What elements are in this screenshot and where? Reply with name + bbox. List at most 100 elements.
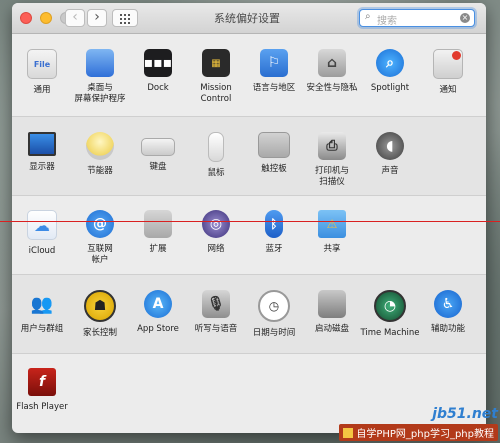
pref-bluetooth[interactable]: ᛒ 蓝牙 bbox=[244, 210, 304, 255]
title-bar: ‹ › 系统偏好设置 ⌕ 搜索 × bbox=[12, 3, 486, 34]
watermark-logo-icon bbox=[343, 428, 354, 438]
pref-label: 触控板 bbox=[261, 164, 287, 174]
pref-label: Time Machine bbox=[360, 328, 420, 338]
section-personal: File 通用 桌面与 屏幕保护程序 ▪▪▪ Dock ▦ Mission Co… bbox=[12, 34, 486, 116]
pref-label: 语言与地区 bbox=[252, 83, 296, 93]
pref-label: 打印机与 扫描仪 bbox=[314, 166, 349, 187]
search-icon: ⌕ bbox=[365, 11, 371, 22]
pref-flash-player[interactable]: f Flash Player bbox=[12, 368, 72, 413]
pref-app-store[interactable]: A App Store bbox=[128, 290, 188, 335]
pref-label: Mission Control bbox=[200, 83, 232, 104]
pref-energy-saver[interactable]: 节能器 bbox=[70, 132, 130, 177]
show-all-grid-button[interactable] bbox=[112, 9, 138, 27]
pref-date-time[interactable]: ◷ 日期与时间 bbox=[244, 290, 304, 339]
watermark-bar: 自学PHP网_php学习_php教程 bbox=[339, 424, 498, 441]
pref-parental-controls[interactable]: ☗ 家长控制 bbox=[70, 290, 130, 339]
dock-icon: ▪▪▪ bbox=[144, 49, 172, 77]
pref-spotlight[interactable]: ⌕ Spotlight bbox=[360, 49, 420, 94]
pref-mouse[interactable]: 鼠标 bbox=[186, 132, 246, 179]
section-system: 👥 用户与群组 ☗ 家长控制 A App Store 🎙 听写与语音 ◷ 日期与… bbox=[12, 275, 486, 353]
clear-search-icon[interactable]: × bbox=[460, 13, 470, 23]
pref-extensions[interactable]: 扩展 bbox=[128, 210, 188, 255]
pref-label: 网络 bbox=[207, 244, 225, 254]
security-privacy-icon: ⌂ bbox=[318, 49, 346, 77]
pref-label: 安全性与隐私 bbox=[306, 83, 358, 93]
pref-internet-accounts[interactable]: @ 互联网 帐户 bbox=[70, 210, 130, 266]
pref-printers-scanners[interactable]: ⎙ 打印机与 扫描仪 bbox=[302, 132, 362, 188]
pref-dictation-speech[interactable]: 🎙 听写与语音 bbox=[186, 290, 246, 335]
notifications-icon bbox=[433, 49, 463, 79]
trackpad-icon bbox=[258, 132, 290, 158]
watermark: jb51.net 自学PHP网_php学习_php教程 bbox=[339, 406, 498, 441]
pref-label: Flash Player bbox=[16, 402, 68, 412]
pref-label: iCloud bbox=[28, 246, 56, 256]
pref-label: 听写与语音 bbox=[194, 324, 238, 334]
system-preferences-window: ‹ › 系统偏好设置 ⌕ 搜索 × File 通用 桌面与 屏幕保护程序 ▪▪▪… bbox=[12, 3, 486, 433]
network-icon: ◎ bbox=[202, 210, 230, 238]
pref-dock[interactable]: ▪▪▪ Dock bbox=[128, 49, 188, 94]
pref-label: 节能器 bbox=[87, 166, 113, 176]
pref-label: 声音 bbox=[381, 166, 399, 176]
pref-notifications[interactable]: 通知 bbox=[418, 49, 478, 96]
pref-label: 通知 bbox=[439, 85, 457, 95]
pref-label: 共享 bbox=[323, 244, 341, 254]
pref-security-privacy[interactable]: ⌂ 安全性与隐私 bbox=[302, 49, 362, 94]
pref-label: 桌面与 屏幕保护程序 bbox=[74, 83, 126, 104]
search-placeholder: 搜索 bbox=[377, 16, 397, 27]
forward-button[interactable]: › bbox=[87, 9, 107, 27]
date-time-icon: ◷ bbox=[258, 290, 290, 322]
pref-users-groups[interactable]: 👥 用户与群组 bbox=[12, 290, 72, 335]
displays-icon bbox=[28, 132, 56, 156]
sound-icon: ◖ bbox=[376, 132, 404, 160]
pref-startup-disk[interactable]: 启动磁盘 bbox=[302, 290, 362, 335]
minimize-window-button[interactable] bbox=[40, 12, 52, 24]
pref-general[interactable]: File 通用 bbox=[12, 49, 72, 96]
users-groups-icon: 👥 bbox=[30, 293, 54, 315]
watermark-bar-text: 自学PHP网_php学习_php教程 bbox=[356, 429, 494, 440]
red-guide-line bbox=[0, 221, 500, 222]
pref-label: Dock bbox=[147, 83, 169, 93]
close-window-button[interactable] bbox=[20, 12, 32, 24]
bluetooth-icon: ᛒ bbox=[265, 210, 283, 238]
desktop-screensaver-icon bbox=[86, 49, 114, 77]
pref-network[interactable]: ◎ 网络 bbox=[186, 210, 246, 255]
pref-mission-control[interactable]: ▦ Mission Control bbox=[186, 49, 246, 105]
search-field[interactable]: ⌕ 搜索 × bbox=[359, 9, 475, 27]
pref-label: 辅助功能 bbox=[430, 324, 465, 334]
printers-scanners-icon: ⎙ bbox=[318, 132, 346, 160]
pref-time-machine[interactable]: ◔ Time Machine bbox=[360, 290, 420, 339]
time-machine-icon: ◔ bbox=[374, 290, 406, 322]
pref-label: 日期与时间 bbox=[252, 328, 296, 338]
pref-desktop-screensaver[interactable]: 桌面与 屏幕保护程序 bbox=[70, 49, 130, 105]
pref-label: 扩展 bbox=[149, 244, 167, 254]
pref-language-region[interactable]: ⚐ 语言与地区 bbox=[244, 49, 304, 94]
pref-label: 家长控制 bbox=[82, 328, 117, 338]
pref-label: 鼠标 bbox=[207, 168, 225, 178]
pref-icloud[interactable]: ☁ iCloud bbox=[12, 210, 72, 257]
pref-sharing[interactable]: ⚠ 共享 bbox=[302, 210, 362, 255]
pref-label: 键盘 bbox=[149, 162, 167, 172]
icloud-icon: ☁ bbox=[27, 210, 57, 240]
keyboard-icon bbox=[141, 138, 175, 156]
pref-label: Spotlight bbox=[370, 83, 410, 93]
pref-label: 显示器 bbox=[29, 162, 55, 172]
pref-trackpad[interactable]: 触控板 bbox=[244, 132, 304, 175]
pref-sound[interactable]: ◖ 声音 bbox=[360, 132, 420, 177]
back-button[interactable]: ‹ bbox=[65, 9, 85, 27]
flash-player-icon: f bbox=[28, 368, 56, 396]
parental-controls-icon: ☗ bbox=[84, 290, 116, 322]
extensions-icon bbox=[144, 210, 172, 238]
pref-label: App Store bbox=[137, 324, 179, 334]
section-internet: ☁ iCloud @ 互联网 帐户 扩展 ◎ 网络 ᛒ 蓝牙 ⚠ 共享 bbox=[12, 196, 486, 274]
pref-displays[interactable]: 显示器 bbox=[12, 132, 72, 173]
mission-control-icon: ▦ bbox=[202, 49, 230, 77]
pref-accessibility[interactable]: ♿ 辅助功能 bbox=[418, 290, 478, 335]
window-title: 系统偏好设置 bbox=[214, 12, 280, 25]
pref-keyboard[interactable]: 键盘 bbox=[128, 132, 188, 173]
language-region-icon: ⚐ bbox=[260, 49, 288, 77]
internet-accounts-icon: @ bbox=[86, 210, 114, 238]
mouse-icon bbox=[208, 132, 224, 162]
pref-label: 蓝牙 bbox=[265, 244, 283, 254]
pref-label: 通用 bbox=[33, 85, 51, 95]
sharing-icon: ⚠ bbox=[318, 210, 346, 238]
